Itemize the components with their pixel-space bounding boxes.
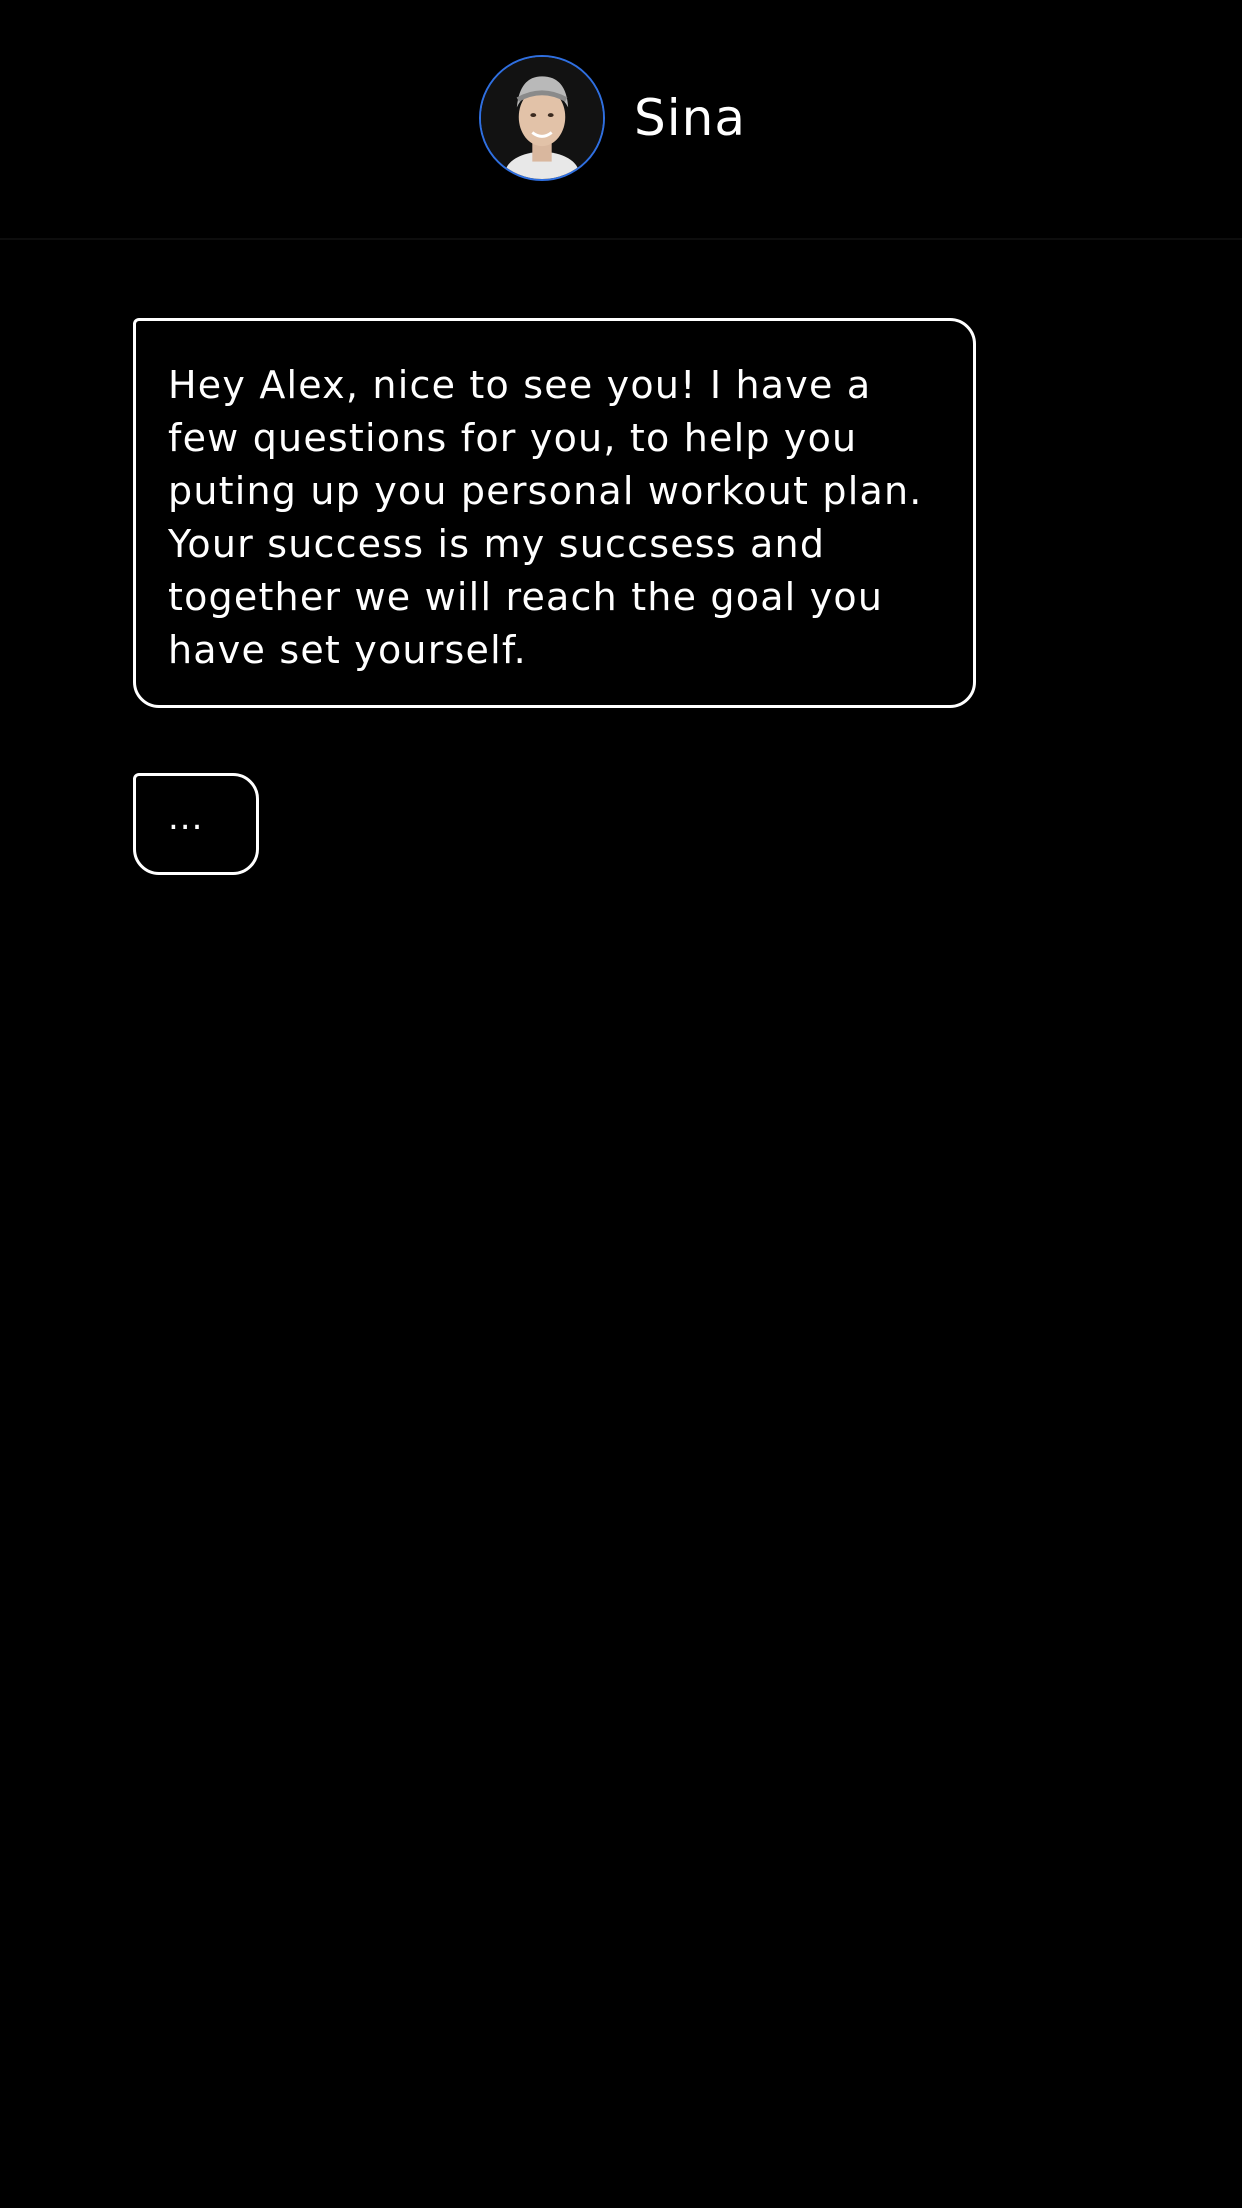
typing-indicator: ... [133, 773, 259, 875]
contact-name: Sina [634, 89, 746, 147]
chat-header: Sina [0, 0, 1242, 240]
avatar-photo-icon [481, 57, 603, 179]
contact-avatar[interactable] [479, 55, 605, 181]
incoming-message-bubble: Hey Alex, nice to see you! I have a few … [133, 318, 976, 708]
